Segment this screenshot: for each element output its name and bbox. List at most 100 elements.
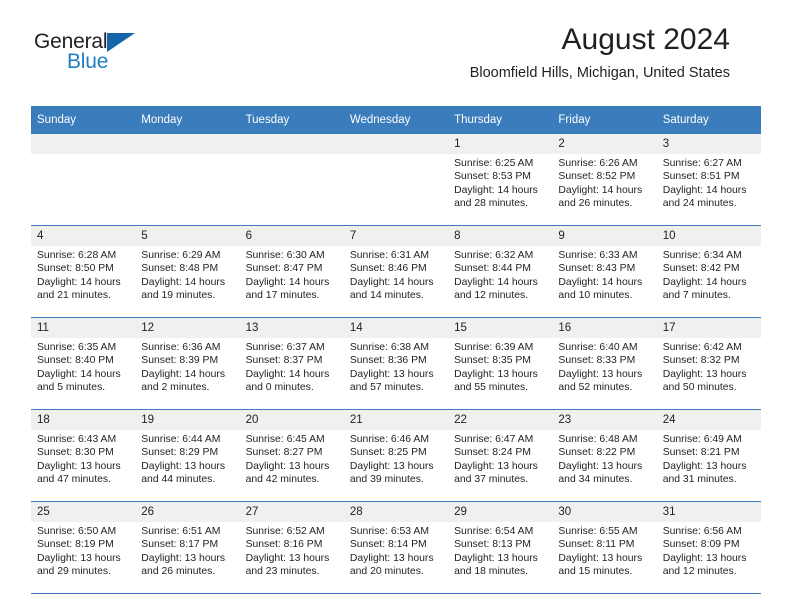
sunset-text: Sunset: 8:29 PM bbox=[141, 447, 219, 459]
calendar-day-cell[interactable]: 25 Sunrise: 6:50 AM Sunset: 8:19 PM Dayligh… bbox=[31, 501, 136, 594]
day-details: Sunrise: 6:30 AM Sunset: 8:47 PM Daylight:… bbox=[240, 246, 344, 303]
calendar-day-cell[interactable] bbox=[239, 134, 344, 226]
sunset-text: Sunset: 8:42 PM bbox=[662, 263, 740, 275]
daylight-text-line1: Daylight: 14 hours bbox=[37, 368, 121, 380]
calendar-day-cell[interactable]: 21 Sunrise: 6:46 AM Sunset: 8:25 PM Dayligh… bbox=[343, 409, 449, 502]
day-details: Sunrise: 6:32 AM Sunset: 8:44 PM Daylight:… bbox=[448, 246, 552, 303]
logo-text-blue: Blue bbox=[67, 50, 109, 73]
daylight-text-line1: Daylight: 13 hours bbox=[349, 368, 434, 380]
calendar-page: General Blue August 2024 Bloomfield Hill… bbox=[0, 0, 792, 612]
calendar-day-cell[interactable] bbox=[31, 134, 136, 226]
page-header: General Blue August 2024 Bloomfield Hill… bbox=[31, 0, 761, 81]
calendar-day-cell[interactable]: 16 Sunrise: 6:40 AM Sunset: 8:33 PM Dayligh… bbox=[552, 317, 657, 410]
calendar-day-cell[interactable]: 3 Sunrise: 6:27 AM Sunset: 8:51 PM Daylight… bbox=[656, 134, 761, 226]
sunrise-text: Sunrise: 6:44 AM bbox=[141, 434, 221, 445]
calendar-day-cell[interactable]: 12 Sunrise: 6:36 AM Sunset: 8:39 PM Dayligh… bbox=[135, 317, 240, 410]
calendar-day-cell[interactable]: 2 Sunrise: 6:26 AM Sunset: 8:52 PM Daylight… bbox=[552, 134, 657, 226]
day-details: Sunrise: 6:51 AM Sunset: 8:17 PM Daylight:… bbox=[135, 522, 239, 579]
day-cell: 29 Sunrise: 6:54 AM Sunset: 8:13 PM Dayligh… bbox=[448, 502, 553, 593]
day-cell: 14 Sunrise: 6:38 AM Sunset: 8:36 PM Dayligh… bbox=[343, 318, 449, 409]
calendar-day-cell[interactable]: 20 Sunrise: 6:45 AM Sunset: 8:27 PM Dayligh… bbox=[239, 409, 344, 502]
sunset-text: Sunset: 8:30 PM bbox=[37, 447, 114, 459]
calendar-day-cell[interactable]: 24 Sunrise: 6:49 AM Sunset: 8:21 PM Dayligh… bbox=[656, 409, 761, 502]
general-blue-logo[interactable]: General Blue bbox=[34, 30, 174, 78]
daylight-text-line1: Daylight: 13 hours bbox=[662, 552, 747, 564]
calendar-day-cell[interactable]: 1 Sunrise: 6:25 AM Sunset: 8:53 PM Daylight… bbox=[448, 134, 553, 226]
calendar-day-cell[interactable]: 14 Sunrise: 6:38 AM Sunset: 8:36 PM Dayligh… bbox=[343, 317, 449, 410]
calendar-day-cell[interactable]: 30 Sunrise: 6:55 AM Sunset: 8:11 PM Dayligh… bbox=[552, 501, 657, 594]
calendar-week-row: 18 Sunrise: 6:43 AM Sunset: 8:30 PM Dayligh… bbox=[31, 409, 761, 502]
sunrise-text: Sunrise: 6:37 AM bbox=[245, 342, 325, 353]
calendar-day-cell[interactable]: 7 Sunrise: 6:31 AM Sunset: 8:46 PM Daylight… bbox=[343, 225, 449, 318]
daylight-text-line1: Daylight: 14 hours bbox=[558, 276, 643, 288]
sunrise-text: Sunrise: 6:32 AM bbox=[454, 250, 534, 261]
calendar-day-cell[interactable]: 18 Sunrise: 6:43 AM Sunset: 8:30 PM Dayligh… bbox=[31, 409, 136, 502]
weekday-header-sunday: Sunday bbox=[31, 106, 136, 134]
daylight-text-line2: and 20 minutes. bbox=[349, 566, 424, 578]
empty-day-cell bbox=[343, 134, 449, 225]
calendar-week-row: 25 Sunrise: 6:50 AM Sunset: 8:19 PM Dayligh… bbox=[31, 501, 761, 594]
calendar-day-cell[interactable]: 11 Sunrise: 6:35 AM Sunset: 8:40 PM Dayligh… bbox=[31, 317, 136, 410]
sunset-text: Sunset: 8:53 PM bbox=[454, 171, 531, 183]
day-details: Sunrise: 6:44 AM Sunset: 8:29 PM Daylight:… bbox=[135, 430, 239, 487]
calendar-day-cell[interactable]: 10 Sunrise: 6:34 AM Sunset: 8:42 PM Dayligh… bbox=[656, 225, 761, 318]
calendar-day-cell[interactable] bbox=[343, 134, 449, 226]
daylight-text-line2: and 39 minutes. bbox=[349, 474, 424, 486]
day-cell: 10 Sunrise: 6:34 AM Sunset: 8:42 PM Dayligh… bbox=[656, 226, 761, 317]
day-details: Sunrise: 6:33 AM Sunset: 8:43 PM Daylight:… bbox=[552, 246, 656, 303]
calendar-day-cell[interactable]: 27 Sunrise: 6:52 AM Sunset: 8:16 PM Dayligh… bbox=[239, 501, 344, 594]
sunset-text: Sunset: 8:09 PM bbox=[662, 539, 740, 551]
calendar-day-cell[interactable]: 9 Sunrise: 6:33 AM Sunset: 8:43 PM Daylight… bbox=[552, 225, 657, 318]
day-number: 29 bbox=[448, 502, 553, 522]
calendar-day-cell[interactable]: 22 Sunrise: 6:47 AM Sunset: 8:24 PM Dayligh… bbox=[448, 409, 553, 502]
day-cell: 12 Sunrise: 6:36 AM Sunset: 8:39 PM Dayligh… bbox=[135, 318, 240, 409]
sunset-text: Sunset: 8:50 PM bbox=[37, 263, 114, 275]
day-cell: 1 Sunrise: 6:25 AM Sunset: 8:53 PM Daylight… bbox=[448, 134, 553, 225]
daylight-text-line2: and 31 minutes. bbox=[662, 474, 737, 486]
sunset-text: Sunset: 8:24 PM bbox=[454, 447, 531, 459]
calendar-day-cell[interactable]: 19 Sunrise: 6:44 AM Sunset: 8:29 PM Dayligh… bbox=[135, 409, 240, 502]
calendar-day-cell[interactable]: 6 Sunrise: 6:30 AM Sunset: 8:47 PM Daylight… bbox=[239, 225, 344, 318]
day-details: Sunrise: 6:34 AM Sunset: 8:42 PM Daylight:… bbox=[657, 246, 761, 303]
calendar-day-cell[interactable]: 26 Sunrise: 6:51 AM Sunset: 8:17 PM Dayligh… bbox=[135, 501, 240, 594]
sunset-text: Sunset: 8:48 PM bbox=[141, 263, 219, 275]
day-details: Sunrise: 6:40 AM Sunset: 8:33 PM Daylight:… bbox=[552, 338, 656, 395]
sunrise-text: Sunrise: 6:40 AM bbox=[558, 342, 638, 353]
day-cell: 2 Sunrise: 6:26 AM Sunset: 8:52 PM Daylight… bbox=[552, 134, 657, 225]
day-details: Sunrise: 6:26 AM Sunset: 8:52 PM Daylight:… bbox=[552, 154, 656, 211]
day-details: Sunrise: 6:46 AM Sunset: 8:25 PM Daylight:… bbox=[344, 430, 448, 487]
calendar-day-cell[interactable]: 4 Sunrise: 6:28 AM Sunset: 8:50 PM Daylight… bbox=[31, 225, 136, 318]
weekday-header-tuesday: Tuesday bbox=[239, 106, 344, 134]
calendar-day-cell[interactable]: 31 Sunrise: 6:56 AM Sunset: 8:09 PM Dayligh… bbox=[656, 501, 761, 594]
sunrise-text: Sunrise: 6:56 AM bbox=[662, 526, 742, 537]
sunset-text: Sunset: 8:44 PM bbox=[454, 263, 531, 275]
calendar-day-cell[interactable]: 29 Sunrise: 6:54 AM Sunset: 8:13 PM Dayligh… bbox=[448, 501, 553, 594]
calendar-day-cell[interactable]: 28 Sunrise: 6:53 AM Sunset: 8:14 PM Dayligh… bbox=[343, 501, 449, 594]
day-number: 20 bbox=[239, 410, 344, 430]
day-details: Sunrise: 6:39 AM Sunset: 8:35 PM Daylight:… bbox=[448, 338, 552, 395]
daylight-text-line2: and 28 minutes. bbox=[454, 198, 529, 210]
calendar-day-cell[interactable] bbox=[135, 134, 240, 226]
day-number: 7 bbox=[343, 226, 449, 246]
calendar-day-cell[interactable]: 5 Sunrise: 6:29 AM Sunset: 8:48 PM Daylight… bbox=[135, 225, 240, 318]
sunset-text: Sunset: 8:14 PM bbox=[349, 539, 427, 551]
day-details: Sunrise: 6:29 AM Sunset: 8:48 PM Daylight:… bbox=[135, 246, 239, 303]
daylight-text-line2: and 2 minutes. bbox=[141, 382, 210, 394]
sunrise-text: Sunrise: 6:33 AM bbox=[558, 250, 638, 261]
daylight-text-line1: Daylight: 13 hours bbox=[662, 460, 747, 472]
empty-day-cell bbox=[239, 134, 344, 225]
triangle-icon bbox=[107, 33, 135, 52]
sunset-text: Sunset: 8:19 PM bbox=[37, 539, 114, 551]
calendar-day-cell[interactable]: 8 Sunrise: 6:32 AM Sunset: 8:44 PM Daylight… bbox=[448, 225, 553, 318]
daylight-text-line1: Daylight: 14 hours bbox=[349, 276, 434, 288]
calendar-day-cell[interactable]: 23 Sunrise: 6:48 AM Sunset: 8:22 PM Dayligh… bbox=[552, 409, 657, 502]
day-details: Sunrise: 6:56 AM Sunset: 8:09 PM Daylight:… bbox=[657, 522, 761, 579]
calendar-day-cell[interactable]: 17 Sunrise: 6:42 AM Sunset: 8:32 PM Dayligh… bbox=[656, 317, 761, 410]
day-cell: 8 Sunrise: 6:32 AM Sunset: 8:44 PM Daylight… bbox=[448, 226, 553, 317]
day-details: Sunrise: 6:35 AM Sunset: 8:40 PM Daylight:… bbox=[31, 338, 135, 395]
calendar-day-cell[interactable]: 15 Sunrise: 6:39 AM Sunset: 8:35 PM Dayligh… bbox=[448, 317, 553, 410]
calendar-day-cell[interactable]: 13 Sunrise: 6:37 AM Sunset: 8:37 PM Dayligh… bbox=[239, 317, 344, 410]
day-number: 27 bbox=[239, 502, 344, 522]
day-number: 24 bbox=[656, 410, 761, 430]
day-details: Sunrise: 6:28 AM Sunset: 8:50 PM Daylight:… bbox=[31, 246, 135, 303]
